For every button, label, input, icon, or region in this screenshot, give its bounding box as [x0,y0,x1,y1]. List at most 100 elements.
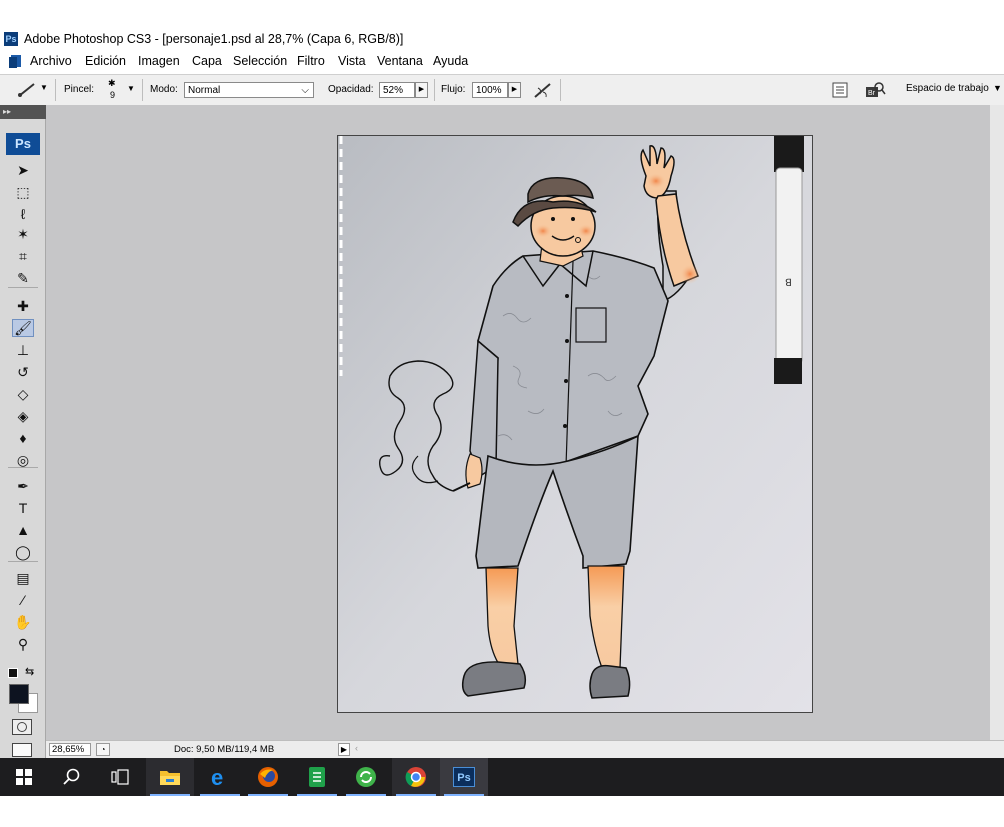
chevron-down-icon: ⌵ [301,85,309,96]
eraser-tool-icon[interactable]: ◇ [12,385,34,403]
opacity-slider-button[interactable]: ▶ [415,82,428,98]
screen-mode-icon[interactable] [12,743,32,757]
notes-tool-icon[interactable]: ▤ [12,569,34,587]
options-bar: ▼ Pincel: ✱ 9 ▼ Modo: Normal ⌵ Opacidad:… [0,74,1004,106]
flow-input[interactable]: 100% [472,82,508,98]
clone-stamp-tool-icon[interactable]: ⊥ [12,341,34,359]
marquee-tool-icon[interactable]: ⬚ [12,183,34,201]
menu-imagen[interactable]: Imagen [138,54,180,68]
swap-colors-icon[interactable]: ⇆ [25,665,34,678]
paint-bucket-tool-icon[interactable]: ◈ [12,407,34,425]
task-view-button[interactable] [96,758,144,796]
preset-dropdown-arrow-icon[interactable]: ▼ [40,83,48,92]
slice-tool-icon[interactable]: ✎ [12,269,34,287]
toolbox-separator [8,561,38,562]
start-button[interactable] [0,758,48,796]
svg-text:Br: Br [868,90,876,97]
path-selection-tool-icon[interactable]: ▲ [12,521,34,539]
ellipse-tool-icon[interactable]: ◯ [12,543,34,561]
foreground-color-swatch[interactable] [9,684,29,704]
palette-well-icon[interactable] [832,82,848,98]
healing-brush-tool-icon[interactable]: ✚ [12,297,34,315]
document-icon[interactable] [8,54,22,69]
blur-tool-icon[interactable]: ♦ [12,429,34,447]
toolbox-logo[interactable]: Ps [6,133,40,155]
menu-capa[interactable]: Capa [192,54,222,68]
title-bar: Ps Adobe Photoshop CS3 - [personaje1.psd… [0,30,1004,50]
separator [142,79,143,101]
start-button-icon [16,769,32,785]
task-view-icon [111,769,129,785]
toolbox: ▸▸ Ps ➤ ⬚ ℓ ✶ ⌗ ✎ ✚ 🖌 ⊥ ↺ ◇ ◈ ♦ ◎ ✒ T ▲ ◯ ▤ ⁄ ✋ ⚲ ⇆ [0,105,46,760]
brush-shape-icon[interactable]: ✱ [108,78,116,89]
brush-preset-icon[interactable] [16,81,38,99]
marker-pen: ꓭ [774,136,804,384]
eyedropper-tool-icon[interactable]: ⁄ [12,591,34,609]
workspace-label[interactable]: Espacio de trabajo [906,83,989,94]
taskbar-file-explorer[interactable] [146,758,194,796]
document-size-info: Doc: 9,50 MB/119,4 MB [174,744,275,755]
opacity-input[interactable]: 52% [379,82,415,98]
search-icon [63,768,80,785]
menu-ayuda[interactable]: Ayuda [433,54,468,68]
chrome-icon [405,767,426,787]
magic-wand-tool-icon[interactable]: ✶ [12,225,34,243]
file-explorer-icon [160,771,180,785]
search-button[interactable] [48,758,96,796]
menu-seleccion[interactable]: Selección [233,54,287,68]
status-bar: 28,65% ◔ Doc: 9,50 MB/119,4 MB ▶ ‹ [46,740,1004,758]
status-menu-arrow-icon[interactable]: ▶ [338,743,350,756]
menu-edicion[interactable]: Edición [85,54,126,68]
crop-tool-icon[interactable]: ⌗ [12,247,34,265]
sync-app-icon [356,767,376,787]
taskbar-edge[interactable]: e [196,758,244,796]
menu-ventana[interactable]: Ventana [377,54,423,68]
toolbox-separator [8,467,38,468]
flow-slider-button[interactable]: ▶ [508,82,521,98]
document-info-icon[interactable]: ◔ [96,743,110,756]
hand-tool-icon[interactable]: ✋ [12,613,34,631]
history-brush-tool-icon[interactable]: ↺ [12,363,34,381]
scroll-left-icon[interactable]: ‹ [355,743,358,753]
pen-tool-icon[interactable]: ✒ [12,477,34,495]
separator [55,79,56,101]
taskbar-sync-app[interactable] [342,758,390,796]
opacity-label: Opacidad: [328,84,374,95]
notes-app-icon [309,767,325,787]
menu-filtro[interactable]: Filtro [297,54,325,68]
move-tool-icon[interactable]: ➤ [12,161,34,179]
brush-dropdown-arrow-icon[interactable]: ▼ [127,84,135,93]
default-colors-icon[interactable] [8,668,18,678]
taskbar-notes-app[interactable] [293,758,341,796]
mode-select-value: Normal [188,85,221,96]
vertical-scrollbar[interactable] [990,105,1004,740]
brush-size-value: 9 [110,90,116,100]
photoshop-app-icon: Ps [4,32,18,46]
workspace-dropdown-arrow-icon[interactable]: ▼ [993,83,1002,93]
zoom-level-field[interactable]: 28,65% [49,743,91,756]
opacity-value: 52% [383,85,404,96]
brush-tool-icon[interactable]: 🖌 [12,319,34,337]
window-title: Adobe Photoshop CS3 - [personaje1.psd al… [24,32,404,46]
mode-label: Modo: [150,84,178,95]
taskbar-chrome[interactable] [392,758,440,796]
type-tool-icon[interactable]: T [12,499,34,517]
airbrush-icon[interactable] [532,80,554,100]
menu-vista[interactable]: Vista [338,54,366,68]
document-canvas[interactable]: ꓭ [337,135,813,713]
windows-taskbar: e Ps [0,758,1004,796]
lasso-tool-icon[interactable]: ℓ [12,205,34,223]
bridge-icon[interactable]: Br [864,81,886,99]
quick-mask-icon[interactable] [12,719,32,735]
taskbar-firefox[interactable] [244,758,292,796]
character-illustration: ꓭ [338,136,812,712]
zoom-tool-icon[interactable]: ⚲ [12,635,34,653]
flow-value: 100% [476,85,502,96]
mode-select[interactable]: Normal ⌵ [184,82,314,98]
separator [434,79,435,101]
separator [560,79,561,101]
flow-label: Flujo: [441,84,466,95]
menu-archivo[interactable]: Archivo [30,54,72,68]
collapse-toolbox-icon[interactable]: ▸▸ [0,105,46,119]
taskbar-photoshop[interactable]: Ps [440,758,488,796]
